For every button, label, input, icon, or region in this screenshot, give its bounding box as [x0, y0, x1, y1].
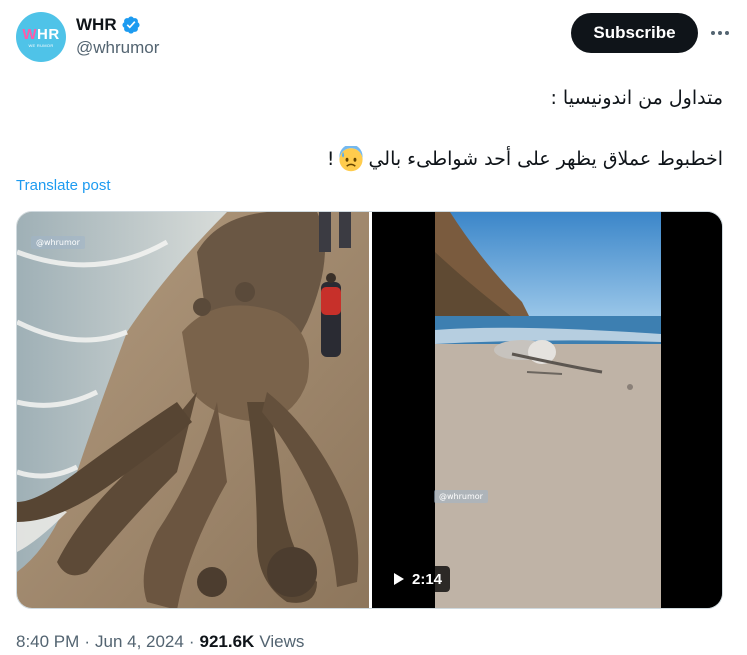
photo-octopus-beach[interactable]: @whrumor — [17, 212, 369, 608]
post-text-line-1: متداول من اندونيسيا : — [550, 87, 723, 109]
separator-dot: · — [84, 632, 90, 651]
post-time[interactable]: 8:40 PM — [16, 632, 79, 652]
views-count[interactable]: 921.6K — [200, 632, 255, 652]
subscribe-button[interactable]: Subscribe — [571, 13, 698, 53]
post-header: WHR WE RUMOR WHR @whrumor Subscribe — [16, 12, 731, 66]
post-text-line-2-body: اخطبوط عملاق يظهر على أحد شواطىء بالي — [368, 148, 723, 170]
media-grid: @whrumor @whrumor 2:14 — [16, 211, 723, 609]
octopus-photo-illustration — [17, 212, 369, 608]
author-info: WHR @whrumor — [76, 15, 159, 58]
avatar[interactable]: WHR WE RUMOR — [16, 12, 66, 62]
translate-post-link[interactable]: Translate post — [16, 177, 111, 194]
handle[interactable]: @whrumor — [76, 38, 159, 58]
post-text: متداول من اندونيسيا : اخطبوط عملاق يظهر … — [23, 86, 723, 172]
post-text-line-2-suffix: ! — [326, 148, 335, 170]
display-name[interactable]: WHR — [76, 15, 117, 35]
video-duration: 2:14 — [412, 570, 443, 588]
watermark-right: @whrumor — [434, 490, 488, 503]
post-date[interactable]: Jun 4, 2024 — [95, 632, 184, 652]
verified-badge-icon — [122, 16, 140, 34]
watermark-left: @whrumor — [31, 236, 85, 249]
separator-dot: · — [188, 632, 195, 651]
more-dots-icon[interactable] — [709, 18, 731, 48]
play-icon — [394, 573, 404, 585]
post-meta: 8:40 PM · Jun 4, 2024 · 921.6K Views — [16, 632, 304, 652]
video-beach-clip[interactable]: @whrumor 2:14 — [372, 212, 722, 608]
avatar-logo: WHR — [22, 25, 60, 43]
anxious-face-with-sweat-icon — [339, 146, 363, 172]
views-label: Views — [259, 632, 305, 651]
post-text-line-2: اخطبوط عملاق يظهر على أحد شواطىء بالي ! — [23, 146, 723, 172]
beach-video-frame — [372, 212, 722, 608]
avatar-tagline: WE RUMOR — [28, 42, 54, 48]
video-duration-badge[interactable]: 2:14 — [386, 566, 451, 592]
